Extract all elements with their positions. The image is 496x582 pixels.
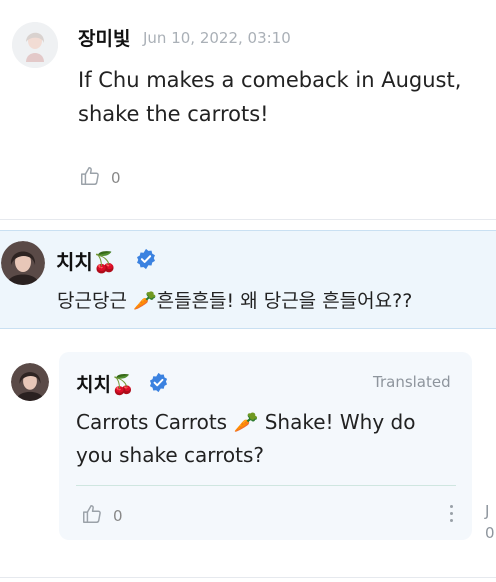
reply-author[interactable]: 치치🍒: [56, 246, 118, 275]
translation-text-line-2: you shake carrots?: [76, 443, 265, 467]
verified-badge-icon: [148, 372, 169, 397]
avatar[interactable]: [1, 241, 45, 285]
more-options-icon[interactable]: [450, 505, 453, 522]
reply-text: 당근당근 🥕흔들흔들! 왜 당근을 흔들어요??: [57, 290, 413, 312]
translated-label: Translated: [373, 373, 451, 391]
avatar[interactable]: [11, 363, 49, 401]
like-button[interactable]: 0: [79, 165, 121, 191]
verified-badge-icon: [135, 248, 157, 274]
comment-text-line-2: shake the carrots!: [78, 102, 269, 126]
like-button[interactable]: 0: [81, 503, 123, 529]
comment-date: Jun 10, 2022, 03:10: [143, 29, 291, 47]
translation-author[interactable]: 치치🍒: [76, 370, 135, 397]
divider: [0, 577, 496, 578]
thumbs-up-icon: [79, 165, 101, 191]
divider: [0, 219, 496, 220]
thumbs-up-icon: [81, 503, 103, 529]
comment-author[interactable]: 장미빛: [78, 24, 130, 51]
comment-text-line-1: If Chu makes a comeback in August,: [78, 68, 462, 92]
divider: [76, 485, 456, 486]
cut-off-line-1: J: [485, 502, 490, 520]
like-count: 0: [111, 169, 121, 187]
avatar[interactable]: [12, 22, 58, 68]
translation-text-line-1: Carrots Carrots 🥕 Shake! Why do: [76, 410, 416, 434]
cut-off-line-2: 0: [485, 524, 495, 542]
like-count: 0: [113, 507, 123, 525]
cut-off-text: J 0: [485, 500, 495, 544]
